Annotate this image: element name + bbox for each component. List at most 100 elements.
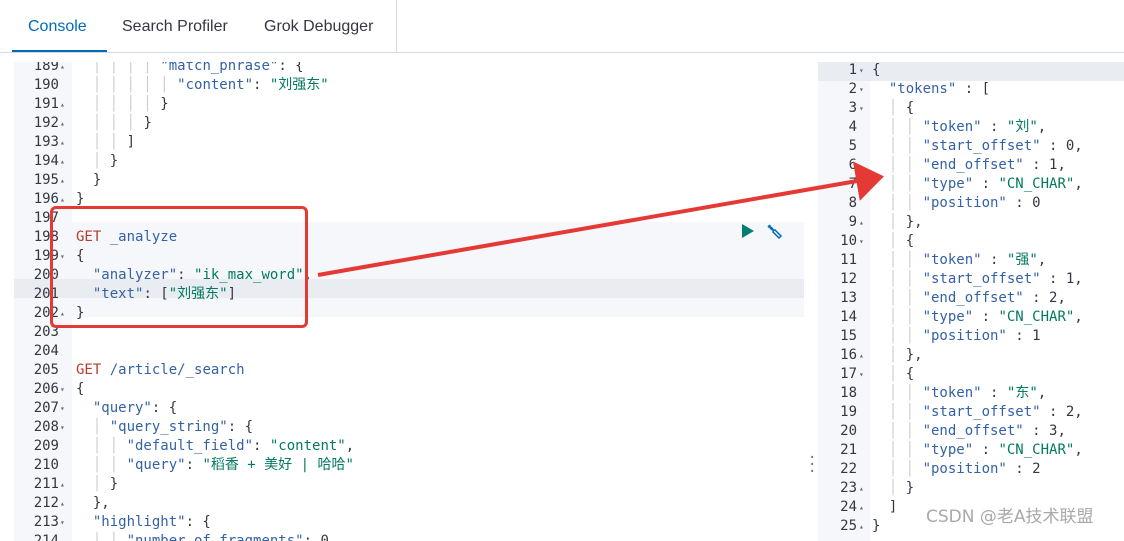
output-line: 18 │ │ "token" : "东", bbox=[818, 384, 1124, 403]
editor-line[interactable]: 190 │ │ │ │ │ "content": "刘强东" bbox=[14, 76, 804, 95]
fold-toggle-icon[interactable]: ▾ bbox=[60, 513, 65, 532]
output-line: 5 │ │ "start_offset" : 0, bbox=[818, 137, 1124, 156]
output-line: 4 │ │ "token" : "刘", bbox=[818, 118, 1124, 137]
output-line: 8 │ │ "position" : 0 bbox=[818, 194, 1124, 213]
editor-line[interactable]: 212 ▴ }, bbox=[14, 494, 804, 513]
editor-line[interactable]: 195 ▴ } bbox=[14, 171, 804, 190]
fold-toggle-icon[interactable]: ▴ bbox=[60, 171, 65, 190]
output-line: 6 │ │ "end_offset" : 1, bbox=[818, 156, 1124, 175]
line-number: 204 bbox=[33, 343, 59, 359]
fold-toggle-icon[interactable]: ▾ bbox=[60, 399, 65, 418]
fold-toggle-icon[interactable]: ▴ bbox=[859, 517, 864, 536]
output-line: 1 ▾ { bbox=[818, 62, 1124, 80]
code-text: │ "query_string": { bbox=[76, 419, 254, 435]
fold-toggle-icon[interactable]: ▴ bbox=[60, 95, 65, 114]
fold-toggle-icon[interactable]: ▾ bbox=[60, 380, 65, 399]
fold-toggle-icon[interactable]: ▴ bbox=[60, 475, 65, 494]
fold-toggle-icon[interactable]: ▾ bbox=[859, 80, 864, 99]
code-text: │ │ "type" : "CN_CHAR", bbox=[872, 442, 1083, 458]
tab-divider bbox=[396, 0, 397, 52]
code-text: │ │ "query": "稻香 + 美好 | 哈哈" bbox=[76, 457, 354, 473]
fold-toggle-icon[interactable]: ▴ bbox=[859, 498, 864, 517]
tab-search-profiler[interactable]: Search Profiler bbox=[122, 0, 228, 52]
wrench-icon[interactable] bbox=[766, 223, 784, 241]
output-line: 11 │ │ "token" : "强", bbox=[818, 251, 1124, 270]
output-line: 7 │ │ "type" : "CN_CHAR", bbox=[818, 175, 1124, 194]
fold-toggle-icon[interactable]: ▴ bbox=[859, 213, 864, 232]
fold-toggle-icon[interactable]: ▾ bbox=[859, 99, 864, 118]
output-line: 14 │ │ "type" : "CN_CHAR", bbox=[818, 308, 1124, 327]
fold-toggle-icon[interactable]: ▴ bbox=[859, 479, 864, 498]
editor-line[interactable]: 207 ▾ "query": { bbox=[14, 399, 804, 418]
code-text: "tokens" : [ bbox=[888, 81, 991, 97]
editor-line[interactable]: 194 ▴ │ } bbox=[14, 152, 804, 171]
fold-toggle-icon[interactable]: ▾ bbox=[859, 232, 864, 251]
line-number: 9 bbox=[848, 214, 857, 230]
output-line: 21 │ │ "type" : "CN_CHAR", bbox=[818, 441, 1124, 460]
fold-toggle-icon[interactable]: ▾ bbox=[60, 418, 65, 437]
editor-line[interactable]: 191 ▴ │ │ │ │ } bbox=[14, 95, 804, 114]
line-number: 1 bbox=[848, 62, 857, 78]
line-number: 207 bbox=[33, 400, 59, 416]
editor-line[interactable]: 204 bbox=[14, 342, 804, 361]
editor-line[interactable]: 193 ▴ │ │ ] bbox=[14, 133, 804, 152]
editor-line[interactable]: 213 ▾ "highlight": { bbox=[14, 513, 804, 532]
line-number: 17 bbox=[840, 366, 857, 382]
line-number: 4 bbox=[848, 119, 857, 135]
code-text: │ } bbox=[872, 480, 915, 496]
line-number: 3 bbox=[848, 100, 857, 116]
tab-console[interactable]: Console bbox=[28, 0, 87, 52]
output-line: 13 │ │ "end_offset" : 2, bbox=[818, 289, 1124, 308]
code-text: │ │ "token" : "强", bbox=[872, 252, 1047, 268]
code-text: │ { bbox=[872, 100, 915, 116]
editor-line[interactable]: 210 │ │ "query": "稻香 + 美好 | 哈哈" bbox=[14, 456, 804, 475]
line-number: 211 bbox=[33, 476, 59, 492]
editor-line[interactable]: 214 │ │ "number_of_fragments": 0, bbox=[14, 532, 804, 541]
line-number: 189 bbox=[33, 62, 59, 74]
editor-line[interactable]: 211 ▴ │ } bbox=[14, 475, 804, 494]
fold-toggle-icon[interactable]: ▾ bbox=[859, 365, 864, 384]
line-number: 10 bbox=[840, 233, 857, 249]
output-line: 3 ▾ │ { bbox=[818, 99, 1124, 118]
line-number: 210 bbox=[33, 457, 59, 473]
line-number: 2 bbox=[848, 81, 857, 97]
editor-line[interactable]: 189 ▴ │ │ │ │ "match_phrase": { bbox=[14, 62, 804, 76]
editor-line[interactable]: 208 ▾ │ "query_string": { bbox=[14, 418, 804, 437]
code-text: │ } bbox=[76, 153, 119, 169]
watermark-text: CSDN @老A技术联盟 bbox=[926, 507, 1094, 527]
code-text: { bbox=[76, 381, 85, 397]
line-number: 21 bbox=[840, 442, 857, 458]
fold-toggle-icon[interactable]: ▴ bbox=[60, 133, 65, 152]
line-number: 205 bbox=[33, 362, 59, 378]
line-number: 194 bbox=[33, 153, 59, 169]
code-text: } bbox=[872, 518, 881, 534]
code-text: GET /article/_search bbox=[76, 362, 245, 378]
fold-toggle-icon[interactable]: ▴ bbox=[60, 114, 65, 133]
editor-line[interactable]: 205 GET /article/_search bbox=[14, 361, 804, 380]
line-number: 15 bbox=[840, 328, 857, 344]
line-number: 195 bbox=[33, 172, 59, 188]
output-line: 16 ▴ │ }, bbox=[818, 346, 1124, 365]
output-line: 15 │ │ "position" : 1 bbox=[818, 327, 1124, 346]
output-line: 17 ▾ │ { bbox=[818, 365, 1124, 384]
editor-line[interactable]: 192 ▴ │ │ │ } bbox=[14, 114, 804, 133]
code-text: │ │ │ } bbox=[76, 115, 152, 131]
code-text: │ │ "type" : "CN_CHAR", bbox=[872, 176, 1083, 192]
line-number: 212 bbox=[33, 495, 59, 511]
line-number: 208 bbox=[33, 419, 59, 435]
tab-grok-debugger[interactable]: Grok Debugger bbox=[264, 0, 373, 52]
fold-toggle-icon[interactable]: ▴ bbox=[60, 494, 65, 513]
fold-toggle-icon[interactable]: ▴ bbox=[859, 346, 864, 365]
play-icon[interactable] bbox=[741, 223, 755, 239]
fold-toggle-icon[interactable]: ▴ bbox=[60, 152, 65, 171]
editor-line[interactable]: 206 ▾ { bbox=[14, 380, 804, 399]
active-tab-indicator bbox=[12, 50, 107, 52]
code-text: │ } bbox=[76, 476, 119, 492]
fold-toggle-icon[interactable]: ▴ bbox=[60, 62, 65, 76]
code-text: │ │ "token" : "东", bbox=[872, 385, 1047, 401]
resize-handle[interactable]: · · · bbox=[808, 451, 816, 479]
editor-line[interactable]: 209 │ │ "default_field": "content", bbox=[14, 437, 804, 456]
fold-toggle-icon[interactable]: ▾ bbox=[859, 62, 864, 80]
code-text: │ │ "end_offset" : 2, bbox=[872, 290, 1066, 306]
code-text: │ │ "position" : 0 bbox=[872, 195, 1041, 211]
